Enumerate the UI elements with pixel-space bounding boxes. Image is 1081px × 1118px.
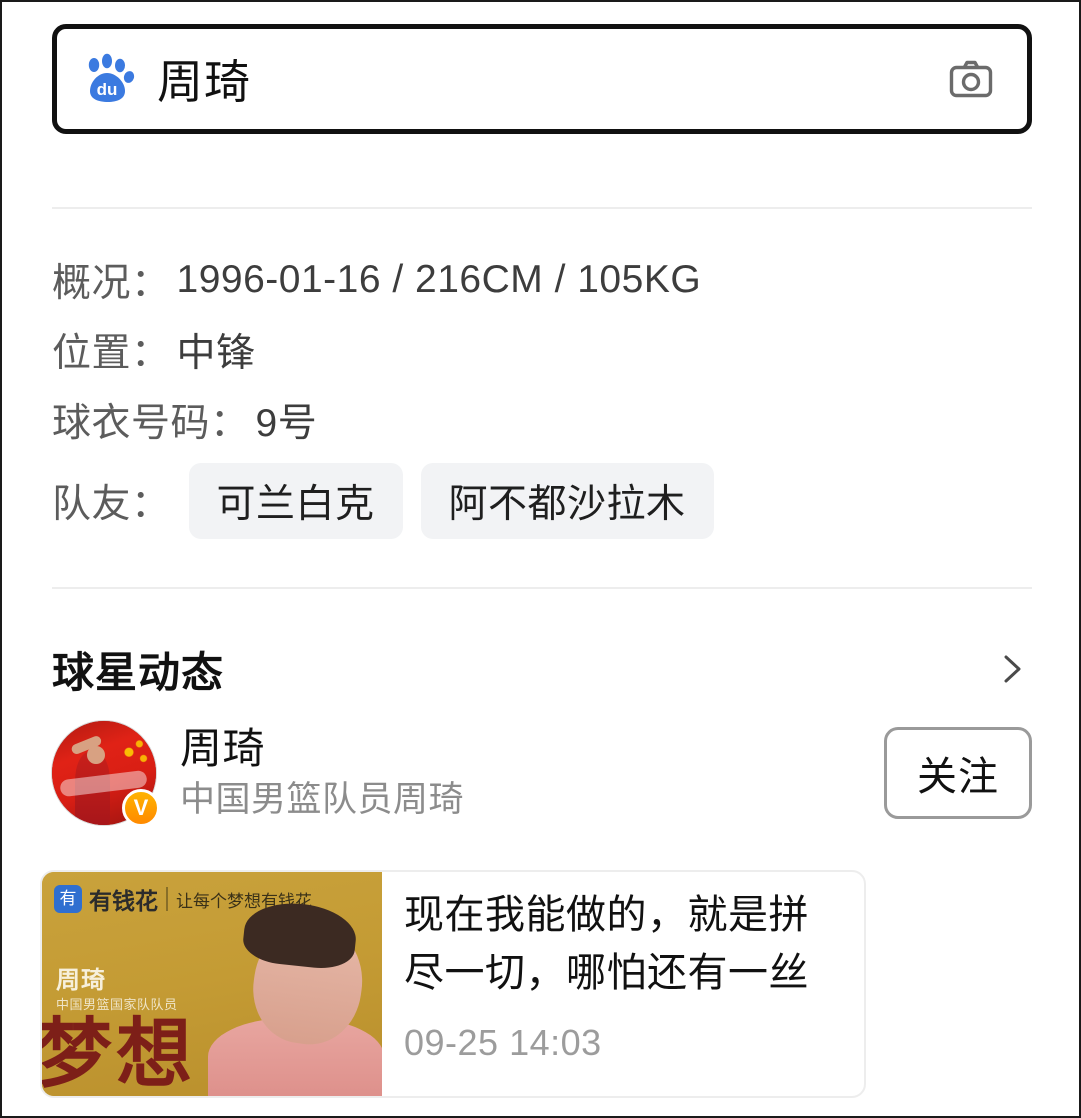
profile-row-overview: 概况： 1996-01-16 / 216CM / 105KG — [52, 245, 1032, 315]
svg-text:du: du — [97, 80, 118, 99]
baidu-paw-logo-icon: du — [83, 53, 135, 105]
profile-row-position-label: 位置： — [52, 332, 171, 375]
profile-row-overview-label: 概况： — [52, 262, 171, 305]
search-input[interactable]: 周琦 — [157, 46, 941, 112]
news-author-text: 周琦 中国男篮队员周琦 — [180, 722, 884, 824]
ad-separator — [166, 887, 168, 911]
thumbnail-player-name: 周琦 — [56, 967, 106, 994]
ad-brand-logo-icon: 有 — [54, 885, 82, 913]
news-article-body: 现在我能做的，就是拼尽一切，哪怕还有一丝希… 09-25 14:03 — [382, 872, 864, 1096]
profile-row-position-value: 中锋 — [176, 332, 256, 375]
news-author-description: 中国男篮队员周琦 — [180, 780, 465, 819]
divider-middle — [52, 587, 1032, 589]
news-article-thumbnail: 梦想 有 有钱花 让每个梦想有钱花 周琦 中国男篮国家队队员 — [42, 872, 382, 1096]
profile-row-overview-value: 1996-01-16 / 216CM / 105KG — [176, 258, 702, 301]
avatar[interactable]: V — [52, 721, 160, 827]
teammate-chip-2[interactable]: 阿不都沙拉木 — [420, 463, 714, 539]
news-author-row[interactable]: V 周琦 中国男篮队员周琦 关注 — [52, 720, 1032, 827]
profile-row-position: 位置： 中锋 — [52, 315, 1032, 385]
camera-icon[interactable] — [941, 53, 1001, 105]
thumbnail-big-text: 梦想 — [42, 1012, 196, 1096]
chevron-right-icon[interactable] — [992, 644, 1032, 694]
news-article-time: 09-25 14:03 — [404, 1022, 602, 1063]
profile-row-jersey: 球衣号码： 9号 — [52, 385, 1032, 455]
divider-top — [52, 207, 1032, 209]
verified-v-badge-icon: V — [122, 789, 160, 827]
search-bar[interactable]: du 周琦 — [52, 24, 1032, 134]
ad-brand-name: 有钱花 — [89, 888, 158, 914]
teammate-chip-1[interactable]: 可兰白克 — [188, 463, 403, 539]
profile-row-teammates-label: 队友： — [52, 483, 171, 526]
profile-row-teammates: 队友： 可兰白克 阿不都沙拉木 — [52, 455, 1032, 547]
news-article-title[interactable]: 现在我能做的，就是拼尽一切，哪怕还有一丝希… — [404, 886, 846, 1006]
news-section-header[interactable]: 球星动态 — [52, 638, 1032, 700]
page-viewport: 旅进步了数万千米，但还有许多人在默默无闻地努力 du 周琦 概况： — [0, 0, 1081, 1118]
profile-row-jersey-value: 9号 — [255, 402, 318, 445]
news-section-title: 球星动态 — [52, 648, 225, 696]
thumbnail-player-subtitle: 中国男篮国家队队员 — [56, 997, 178, 1012]
follow-button[interactable]: 关注 — [884, 727, 1032, 819]
news-author-name: 周琦 — [180, 725, 266, 772]
profile-row-jersey-label: 球衣号码： — [52, 402, 250, 445]
profile-info-block: 概况： 1996-01-16 / 216CM / 105KG 位置： 中锋 球衣… — [52, 245, 1032, 547]
thumbnail-player-photo — [202, 898, 382, 1096]
news-article-card[interactable]: 梦想 有 有钱花 让每个梦想有钱花 周琦 中国男篮国家队队员 现在我能做的，就是… — [40, 870, 866, 1098]
